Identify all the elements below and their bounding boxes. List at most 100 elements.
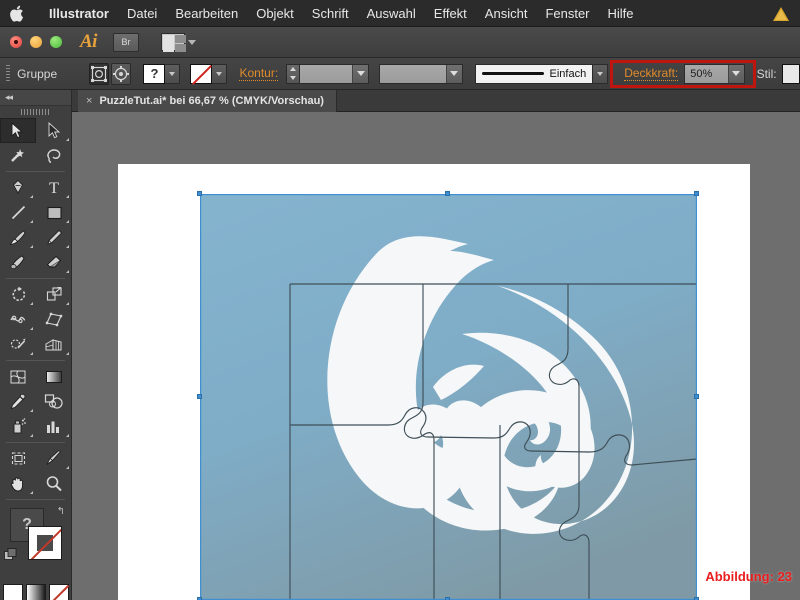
- edit-clipping-path-button[interactable]: [111, 62, 132, 85]
- magic-wand-tool[interactable]: [0, 143, 36, 168]
- no-color-icon: [192, 64, 213, 85]
- type-tool[interactable]: T: [36, 175, 72, 200]
- width-profile-dropdown[interactable]: [593, 63, 609, 84]
- symbol-sprayer-tool[interactable]: [0, 414, 36, 439]
- mesh-tool[interactable]: [0, 364, 36, 389]
- stroke-weight-stepper[interactable]: [286, 63, 300, 84]
- illustrator-logo: Ai: [80, 31, 97, 52]
- gradient-tool[interactable]: [36, 364, 72, 389]
- fill-swatch-dropdown[interactable]: [165, 63, 181, 84]
- figure-caption: Abbildung: 23: [705, 569, 792, 584]
- stroke-swatch[interactable]: [28, 526, 62, 560]
- rectangle-tool[interactable]: [36, 200, 72, 225]
- slice-tool[interactable]: [36, 446, 72, 471]
- opacity-dropdown[interactable]: [727, 64, 744, 83]
- menu-item-auswahl[interactable]: Auswahl: [358, 0, 425, 27]
- tools-panel-collapse-button[interactable]: ◂◂: [0, 90, 71, 106]
- paintbrush-tool[interactable]: [0, 225, 36, 250]
- opacity-label[interactable]: Deckkraft:: [624, 66, 679, 81]
- none-swatch-button[interactable]: [48, 584, 69, 600]
- stroke-weight-input[interactable]: [299, 63, 370, 84]
- fill-stroke-proxy: ? ↰: [0, 504, 71, 582]
- control-bar-grip[interactable]: [6, 64, 11, 83]
- zoom-window-button[interactable]: [50, 36, 62, 48]
- go-to-bridge-button[interactable]: Br: [112, 32, 139, 52]
- menu-item-hilfe[interactable]: Hilfe: [599, 0, 643, 27]
- application-bar: Ai Br: [0, 27, 800, 58]
- menu-item-effekt[interactable]: Effekt: [425, 0, 476, 27]
- stroke-swatch-dropdown[interactable]: [212, 63, 228, 84]
- opacity-value: 50%: [690, 67, 713, 80]
- close-window-button[interactable]: [10, 36, 22, 48]
- arrange-documents-button[interactable]: [160, 33, 196, 52]
- selection-handle-top-center[interactable]: [445, 191, 450, 196]
- menu-item-schrift[interactable]: Schrift: [303, 0, 358, 27]
- selection-handle-middle-left[interactable]: [197, 394, 202, 399]
- close-icon[interactable]: ×: [86, 95, 92, 107]
- selection-tool[interactable]: [0, 118, 36, 143]
- width-profile-select[interactable]: Einfach: [474, 63, 594, 84]
- menu-item-bearbeiten[interactable]: Bearbeiten: [166, 0, 247, 27]
- direct-selection-tool[interactable]: [36, 118, 72, 143]
- scale-tool[interactable]: [36, 282, 72, 307]
- pencil-tool[interactable]: [36, 225, 72, 250]
- column-graph-tool[interactable]: [36, 414, 72, 439]
- document-tab-title: PuzzleTut.ai* bei 66,67 % (CMYK/Vorschau…: [99, 95, 324, 107]
- apple-logo-icon[interactable]: [10, 4, 26, 22]
- shape-builder-tool[interactable]: [0, 332, 36, 357]
- document-tab-bar: × PuzzleTut.ai* bei 66,67 % (CMYK/Vorsch…: [0, 90, 800, 112]
- graphic-style-swatch[interactable]: [781, 63, 800, 84]
- fill-color-swatch[interactable]: ?: [143, 63, 166, 84]
- color-swatch-button[interactable]: [2, 584, 23, 600]
- default-fill-stroke-icon[interactable]: [4, 548, 17, 561]
- stroke-style-select[interactable]: [379, 63, 463, 84]
- gradient-swatch-button[interactable]: [25, 584, 46, 600]
- blend-tool[interactable]: [36, 389, 72, 414]
- tool-group-selection: [0, 118, 71, 168]
- eraser-tool[interactable]: [36, 250, 72, 275]
- free-transform-tool[interactable]: [36, 307, 72, 332]
- menu-item-objekt[interactable]: Objekt: [247, 0, 303, 27]
- eyedropper-tool[interactable]: [0, 389, 36, 414]
- document-canvas[interactable]: Abbildung: 23: [72, 112, 800, 600]
- minimize-window-button[interactable]: [30, 36, 42, 48]
- opacity-input[interactable]: 50%: [684, 63, 745, 84]
- selection-handle-top-right[interactable]: [694, 191, 699, 196]
- perspective-grid-tool[interactable]: [36, 332, 72, 357]
- stroke-weight-dropdown[interactable]: [352, 64, 369, 83]
- style-label: Stil:: [756, 66, 777, 81]
- warning-triangle-icon[interactable]: [772, 6, 790, 22]
- lasso-tool[interactable]: [36, 143, 72, 168]
- selection-handle-middle-right[interactable]: [694, 394, 699, 399]
- illustrator-window: Illustrator Datei Bearbeiten Objekt Schr…: [0, 0, 800, 600]
- selection-type-label: Gruppe: [17, 66, 58, 81]
- svg-text:T: T: [49, 180, 59, 196]
- tool-group-transform: [0, 282, 71, 357]
- tools-panel-grip[interactable]: [0, 106, 71, 118]
- macos-menubar: Illustrator Datei Bearbeiten Objekt Schr…: [0, 0, 800, 27]
- blob-brush-tool[interactable]: [0, 250, 36, 275]
- width-tool[interactable]: [0, 307, 36, 332]
- artboard-tool[interactable]: [0, 446, 36, 471]
- zoom-tool[interactable]: [36, 471, 72, 496]
- pen-tool[interactable]: [0, 175, 36, 200]
- stroke-label[interactable]: Kontur:: [239, 66, 279, 81]
- stroke-color-swatch[interactable]: [190, 63, 213, 85]
- hand-tool[interactable]: [0, 471, 36, 496]
- line-segment-tool[interactable]: [0, 200, 36, 225]
- menu-item-illustrator[interactable]: Illustrator: [40, 0, 118, 27]
- stroke-style-dropdown[interactable]: [445, 64, 462, 83]
- document-tab[interactable]: × PuzzleTut.ai* bei 66,67 % (CMYK/Vorsch…: [78, 90, 337, 112]
- menu-item-fenster[interactable]: Fenster: [536, 0, 598, 27]
- puzzle-artwork[interactable]: [197, 191, 699, 600]
- selection-handle-top-left[interactable]: [197, 191, 202, 196]
- chevron-down-icon: [187, 39, 196, 45]
- isolate-selected-object-button[interactable]: [89, 62, 110, 85]
- color-mode-buttons: [0, 584, 71, 600]
- width-profile-label: Einfach: [549, 67, 587, 80]
- swap-fill-stroke-icon[interactable]: ↰: [57, 506, 65, 517]
- menu-item-datei[interactable]: Datei: [118, 0, 166, 27]
- rotate-tool[interactable]: [0, 282, 36, 307]
- menubar-status-area: [772, 0, 790, 27]
- menu-item-ansicht[interactable]: Ansicht: [476, 0, 537, 27]
